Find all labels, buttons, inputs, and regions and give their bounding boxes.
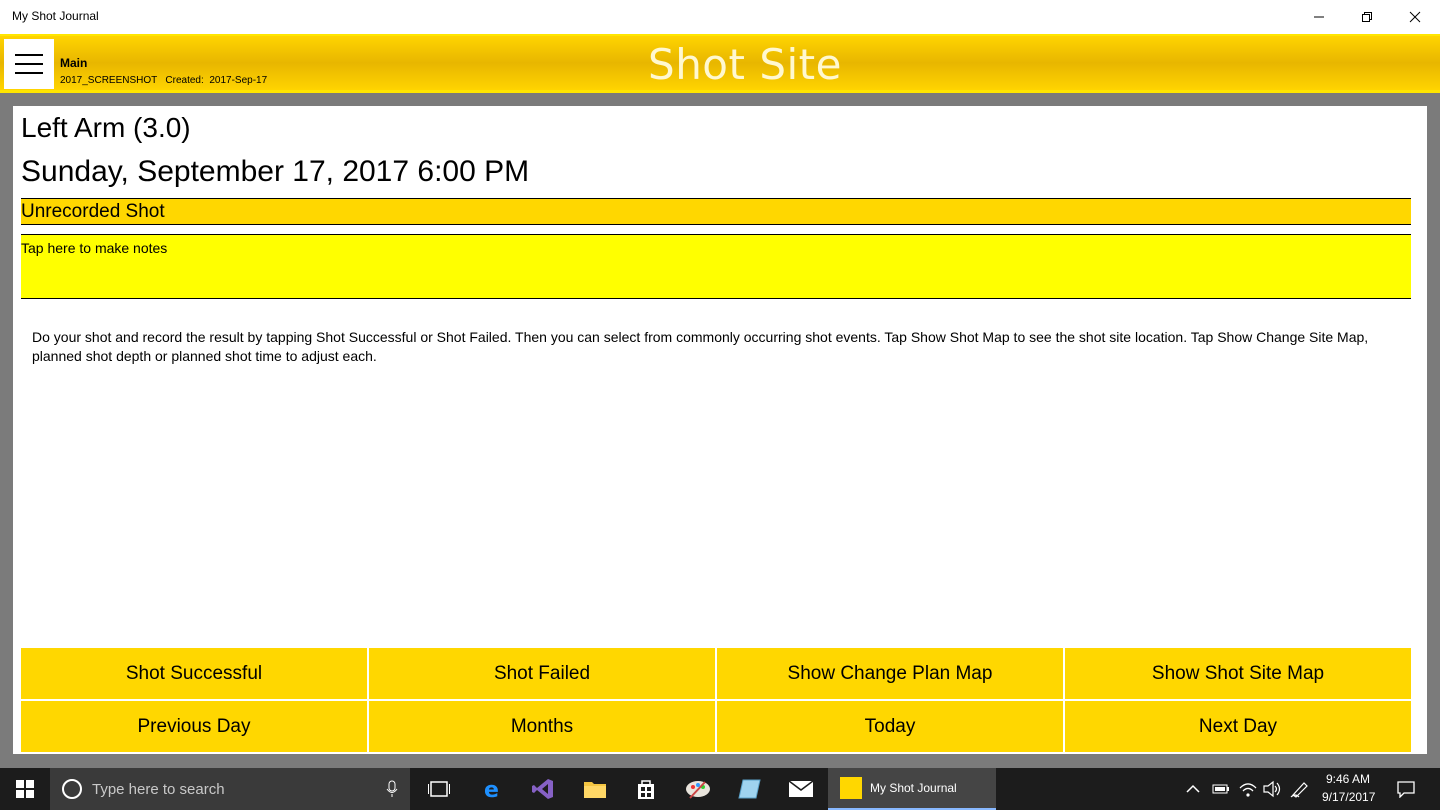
task-view-icon — [428, 781, 450, 797]
mail-taskbar-button[interactable] — [776, 768, 826, 810]
visual-studio-icon — [532, 779, 553, 799]
edge-taskbar-button[interactable]: e — [468, 768, 518, 810]
shot-datetime: Sunday, September 17, 2017 6:00 PM — [21, 155, 530, 188]
paint-taskbar-button[interactable] — [673, 768, 723, 810]
taskbar: Type here to search e My Shot Journal 9:… — [0, 768, 1440, 810]
instructions-text: Do your shot and record the result by ta… — [32, 329, 1369, 364]
content-panel: Left Arm (3.0) Sunday, September 17, 201… — [13, 106, 1427, 754]
chevron-up-icon[interactable] — [1186, 784, 1200, 794]
title-bar: My Shot Journal — [0, 0, 1440, 34]
taskbar-search[interactable]: Type here to search — [50, 768, 410, 810]
restore-icon — [1362, 12, 1372, 22]
mail-icon — [788, 780, 814, 797]
file-explorer-taskbar-button[interactable] — [570, 768, 620, 810]
page-title: Shot Site — [648, 40, 842, 89]
window-title: My Shot Journal — [12, 9, 99, 23]
store-taskbar-button[interactable] — [621, 768, 671, 810]
restore-button[interactable] — [1344, 0, 1390, 34]
windows-logo-icon — [16, 780, 34, 798]
previous-day-button[interactable]: Previous Day — [21, 701, 367, 752]
pen-workspace-icon[interactable] — [1290, 780, 1310, 798]
battery-icon[interactable] — [1210, 782, 1230, 796]
notes-taskbar-button[interactable] — [725, 768, 775, 810]
months-button[interactable]: Months — [369, 701, 715, 752]
close-button[interactable] — [1392, 0, 1438, 34]
shot-failed-button[interactable]: Shot Failed — [369, 648, 715, 699]
shot-journal-app-icon — [840, 777, 862, 799]
next-day-button[interactable]: Next Day — [1065, 701, 1411, 752]
svg-text:e: e — [484, 778, 499, 800]
notes-field[interactable]: Tap here to make notes — [21, 234, 1411, 299]
active-app-label: My Shot Journal — [870, 781, 957, 795]
action-center-icon[interactable] — [1396, 780, 1416, 798]
shot-status-bar: Unrecorded Shot — [21, 198, 1411, 225]
minimize-button[interactable] — [1296, 0, 1342, 34]
edge-icon: e — [484, 778, 499, 800]
shot-site-name: Left Arm (3.0) — [21, 112, 191, 143]
start-button[interactable] — [0, 768, 50, 810]
task-view-button[interactable] — [414, 768, 464, 810]
action-button-grid: Shot Successful Shot Failed Show Change … — [21, 648, 1411, 752]
visual-studio-taskbar-button[interactable] — [518, 768, 568, 810]
active-app-taskbar-button[interactable]: My Shot Journal — [828, 768, 996, 810]
paint-palette-icon — [686, 781, 710, 799]
cortana-icon — [62, 779, 82, 799]
store-icon — [638, 780, 654, 799]
wifi-icon[interactable] — [1238, 780, 1258, 798]
clock-date[interactable]: 9/17/2017 — [1322, 790, 1375, 804]
show-change-plan-map-button[interactable]: Show Change Plan Map — [717, 648, 1063, 699]
shot-successful-button[interactable]: Shot Successful — [21, 648, 367, 699]
volume-icon[interactable] — [1262, 780, 1282, 798]
clock-time[interactable]: 9:46 AM — [1326, 772, 1370, 786]
notepad-icon — [738, 779, 761, 799]
minimize-icon — [1314, 16, 1324, 18]
microphone-icon[interactable] — [386, 780, 398, 798]
close-icon — [1409, 11, 1421, 23]
app-header: Main 2017_SCREENSHOT Created: 2017-Sep-1… — [0, 34, 1440, 93]
show-shot-site-map-button[interactable]: Show Shot Site Map — [1065, 648, 1411, 699]
folder-icon — [584, 782, 606, 798]
search-placeholder: Type here to search — [92, 780, 225, 798]
app-window: My Shot Journal Main 2017_SCREENSHOT Cre… — [0, 0, 1440, 768]
today-button[interactable]: Today — [717, 701, 1063, 752]
